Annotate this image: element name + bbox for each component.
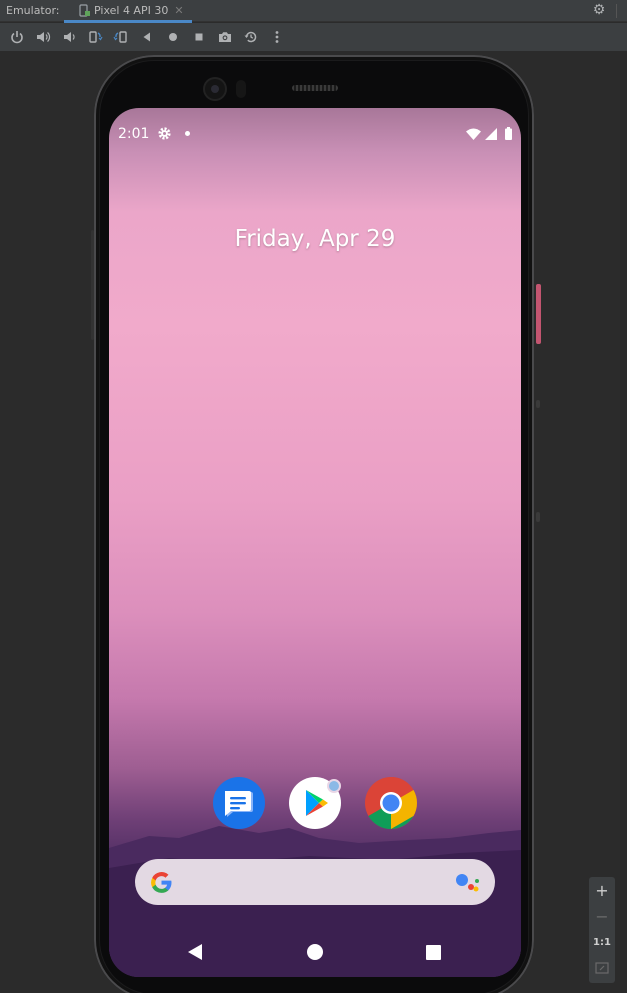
- date-widget[interactable]: Friday, Apr 29: [109, 226, 521, 252]
- camera-icon: [219, 32, 231, 42]
- divider: [616, 4, 617, 18]
- device-phone-icon: [78, 4, 90, 17]
- wifi-icon: [466, 128, 481, 140]
- rotate-left-icon: [89, 31, 103, 43]
- screenshot-button[interactable]: [212, 24, 238, 50]
- tab-pixel-4-api-30[interactable]: Pixel 4 API 30 ✕: [64, 0, 192, 23]
- emulator-tab-bar: Emulator: Pixel 4 API 30 ✕ ⚙: [0, 0, 627, 23]
- device-screen[interactable]: 2:01 Friday, Apr 29: [109, 108, 521, 977]
- google-search-bar[interactable]: [135, 859, 495, 905]
- gear-icon[interactable]: ⚙: [591, 2, 607, 18]
- volume-down-button[interactable]: [56, 24, 82, 50]
- cell-signal-icon: [485, 128, 497, 140]
- settings-notification-icon: [158, 127, 171, 140]
- rotate-right-button[interactable]: [108, 24, 134, 50]
- tab-title: Pixel 4 API 30: [94, 4, 169, 17]
- back-button[interactable]: [134, 24, 160, 50]
- overview-icon: [195, 33, 203, 41]
- home-button[interactable]: [160, 24, 186, 50]
- history-icon: [244, 31, 257, 43]
- messages-app-icon[interactable]: [213, 777, 265, 829]
- more-vertical-icon: [275, 31, 279, 43]
- volume-down-icon: [64, 32, 75, 42]
- volume-up-icon: [37, 32, 51, 42]
- zoom-in-button[interactable]: +: [589, 877, 615, 903]
- earpiece-speaker: [292, 85, 338, 91]
- zoom-out-button[interactable]: −: [589, 903, 615, 929]
- power-icon: [11, 31, 23, 44]
- status-bar: 2:01: [109, 124, 521, 144]
- volume-up-button[interactable]: [30, 24, 56, 50]
- nav-back-icon[interactable]: [187, 943, 203, 961]
- zoom-controls: + − 1:1: [589, 877, 615, 983]
- chrome-app-icon[interactable]: [365, 777, 417, 829]
- power-button[interactable]: [4, 24, 30, 50]
- actual-size-button[interactable]: 1:1: [589, 929, 615, 955]
- nav-recents-icon[interactable]: [426, 945, 441, 960]
- home-icon: [169, 33, 177, 41]
- emulator-toolbar: [0, 23, 627, 51]
- google-g-icon: [151, 872, 172, 893]
- more-button[interactable]: [264, 24, 290, 50]
- fit-screen-button[interactable]: [589, 955, 615, 981]
- notification-badge-icon: [327, 779, 341, 793]
- back-icon: [143, 32, 150, 42]
- navigation-bar: [109, 933, 521, 973]
- nav-home-icon[interactable]: [307, 944, 323, 960]
- rotate-left-button[interactable]: [82, 24, 108, 50]
- status-time: 2:01: [118, 126, 150, 142]
- front-camera: [205, 79, 225, 99]
- battery-icon: [505, 127, 512, 140]
- rotate-right-icon: [113, 31, 127, 43]
- phone-volume-key-upper[interactable]: [536, 400, 540, 408]
- fit-screen-icon: [595, 962, 609, 974]
- phone-power-key[interactable]: [536, 284, 541, 344]
- tab-close-icon[interactable]: ✕: [174, 4, 183, 17]
- overview-button[interactable]: [186, 24, 212, 50]
- emulator-label: Emulator:: [6, 4, 60, 17]
- phone-volume-key-lower[interactable]: [536, 512, 540, 522]
- google-assistant-icon[interactable]: [455, 873, 481, 893]
- notification-dot-icon: [185, 131, 190, 136]
- face-sensor: [236, 80, 246, 98]
- snapshot-button[interactable]: [238, 24, 264, 50]
